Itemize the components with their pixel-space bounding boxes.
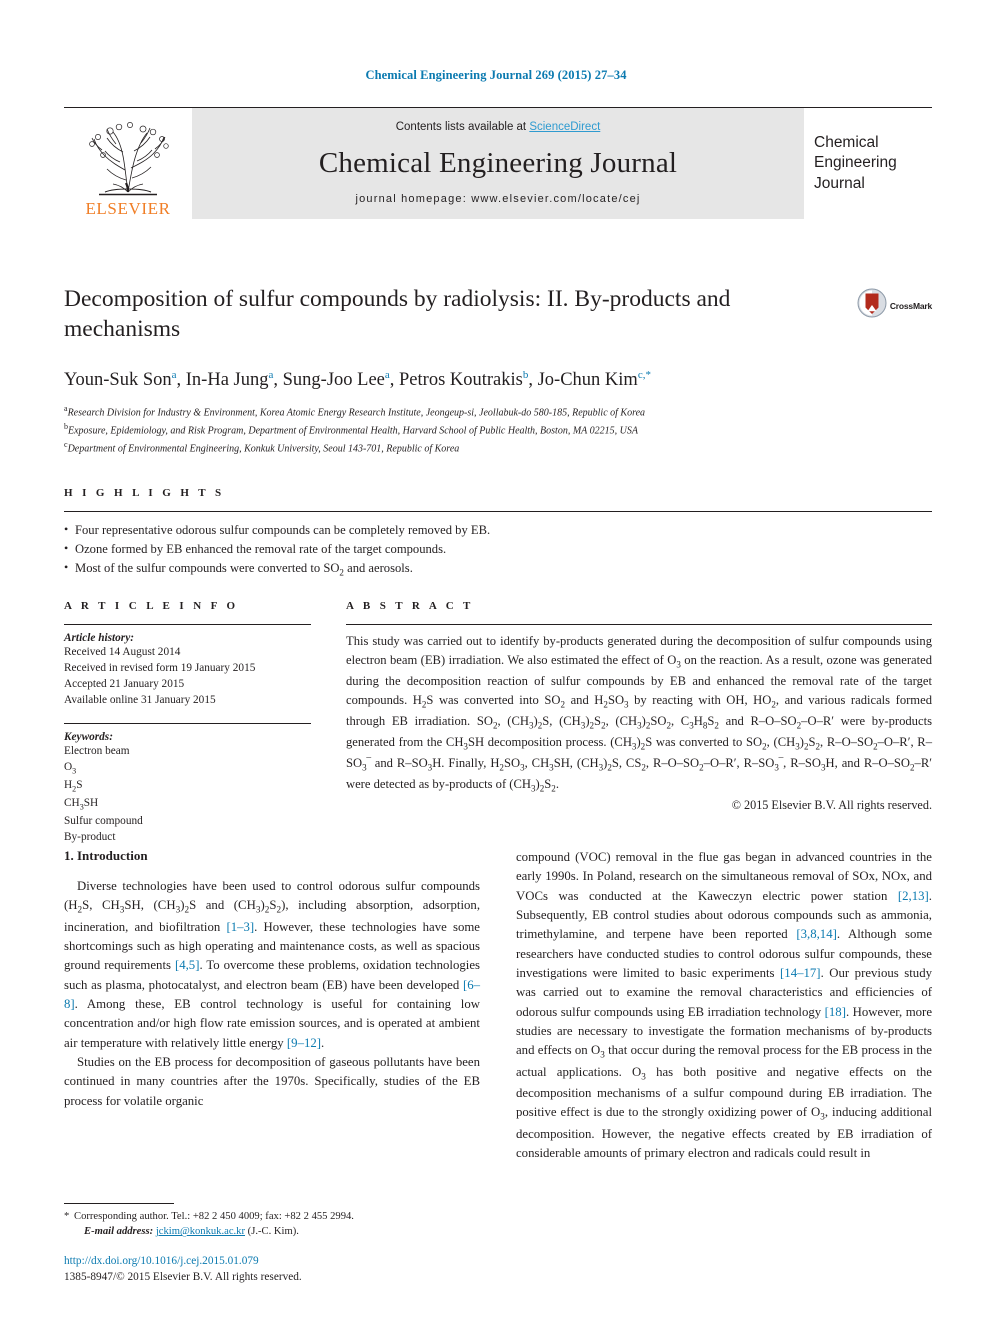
author-name: Petros Koutrakisb [399, 369, 529, 391]
keyword-item: CH3SH [64, 796, 99, 811]
sciencedirect-link[interactable]: ScienceDirect [529, 121, 600, 133]
author-list: Youn-Suk Sona, In-Ha Junga, Sung-Joo Lee… [64, 369, 651, 391]
paragraph: Studies on the EB process for decomposit… [64, 1054, 480, 1108]
info-abstract-section: A R T I C L E I N F O Article history: R… [64, 600, 932, 845]
journal-homepage[interactable]: journal homepage: www.elsevier.com/locat… [355, 193, 640, 205]
author-affiliation-mark: b [522, 369, 529, 382]
highlights-list: Four representative odorous sulfur compo… [64, 520, 932, 581]
highlight-item: Most of the sulfur compounds were conver… [64, 558, 932, 580]
article-history-label: Article history: [64, 632, 134, 644]
article-history-item: Received 14 August 2014 [64, 646, 181, 658]
page-title: Decomposition of sulfur compounds by rad… [64, 286, 731, 343]
article-info-heading: A R T I C L E I N F O [64, 600, 239, 612]
elsevier-tree-icon [85, 122, 171, 198]
author-name: Youn-Suk Sona [64, 369, 177, 391]
elsevier-logo: ELSEVIER [64, 108, 192, 219]
affiliation-mark: b [64, 421, 68, 431]
abstract-text: This study was carried out to identify b… [346, 634, 933, 794]
corresponding-author-footnote: * Corresponding author. Tel.: +82 2 450 … [64, 1203, 480, 1240]
elsevier-wordmark: ELSEVIER [85, 199, 171, 218]
article-history-item: Available online 31 January 2015 [64, 694, 216, 707]
cover-title-line-1: Chemical [814, 133, 879, 151]
author-affiliation-mark: c,* [637, 369, 651, 382]
journal-cover-thumbnail: Chemical Engineering Journal [804, 108, 932, 219]
article-history-list: Received 14 August 2014 Received in revis… [64, 644, 311, 708]
highlights-rule [64, 511, 932, 512]
contents-prefix: Contents lists available at [395, 121, 530, 133]
keyword-item: H2S [64, 778, 83, 794]
footnote-email-line: E-mail address: jckim@konkuk.ac.kr (J.-C… [64, 1224, 480, 1239]
cover-title-line-3: Journal [814, 174, 865, 192]
footnote-rule [64, 1203, 174, 1204]
author-affiliation-mark: a [171, 369, 177, 382]
keywords-rule [64, 723, 311, 725]
abstract-copyright: © 2015 Elsevier B.V. All rights reserved… [731, 797, 932, 812]
author-affiliation-mark: a [268, 369, 274, 382]
journal-title: Chemical Engineering Journal [318, 147, 678, 179]
footnote-corresponding-text: Corresponding author. Tel.: +82 2 450 40… [74, 1211, 354, 1222]
abstract-heading: A B S T R A C T [346, 600, 474, 612]
author-name: In-Ha Junga [185, 369, 274, 391]
abstract-rule [346, 624, 932, 625]
author-affiliation-mark: a [384, 369, 390, 382]
cover-title-line-2: Engineering [814, 154, 897, 172]
keywords-list: Electron beam O3 H2S CH3SH Sulfur compound By… [64, 743, 311, 844]
section-title-introduction: 1. Introduction [64, 848, 148, 863]
body-column-left: 1. Introduction Diverse technologies hav… [64, 848, 480, 1163]
article-info-column: A R T I C L E I N F O Article history: R… [64, 600, 311, 845]
highlight-item: Four representative odorous sulfur compo… [64, 520, 932, 540]
keyword-item: Electron beam [64, 745, 130, 758]
imprint-block: http://dx.doi.org/10.1016/j.cej.2015.01.… [64, 1253, 494, 1286]
article-header: Decomposition of sulfur compounds by rad… [64, 284, 932, 457]
paragraph: compound (VOC) removal in the flue gas b… [516, 850, 933, 1161]
affiliation-item: cDepartment of Environmental Engineering… [64, 439, 460, 454]
masthead-center: Contents lists available at ScienceDirec… [192, 108, 804, 219]
highlights-heading: H I G H L I G H T S [64, 487, 225, 499]
article-info-rule [64, 624, 311, 625]
affiliation-item: aResearch Division for Industry & Enviro… [64, 403, 646, 418]
keyword-item: Sulfur compound [64, 814, 143, 827]
affiliation-mark: c [64, 439, 68, 449]
body-column-right: compound (VOC) removal in the flue gas b… [516, 848, 932, 1163]
paragraph: Diverse technologies have been used to c… [64, 879, 481, 1050]
article-history-item: Accepted 21 January 2015 [64, 678, 185, 691]
author-name: Jo-Chun Kimc,* [537, 369, 651, 391]
keyword-item: O3 [64, 761, 77, 776]
keyword-item: By-product [64, 830, 116, 843]
doi-link[interactable]: http://dx.doi.org/10.1016/j.cej.2015.01.… [64, 1253, 494, 1269]
affiliation-item: bExposure, Epidemiology, and Risk Progra… [64, 421, 638, 436]
crossmark-badge[interactable]: CrossMark [857, 288, 932, 323]
crossmark-logo-icon [857, 288, 887, 323]
intro-paragraphs-right: compound (VOC) removal in the flue gas b… [516, 848, 932, 1163]
highlight-item: Ozone formed by EB enhanced the removal … [64, 539, 932, 559]
author-name: Sung-Joo Leea [282, 369, 390, 391]
affiliation-mark: a [64, 403, 68, 413]
footnote-email-label: E-mail address: [84, 1226, 154, 1238]
abstract-column: A B S T R A C T This study was carried o… [311, 600, 932, 845]
affiliation-list: aResearch Division for Industry & Enviro… [64, 403, 932, 457]
running-head: Chemical Engineering Journal 269 (2015) … [365, 68, 627, 82]
journal-article-page: Chemical Engineering Journal 269 (2015) … [0, 0, 992, 1323]
crossmark-label: CrossMark [889, 300, 932, 311]
highlights-section: H I G H L I G H T S Four representative … [64, 487, 932, 581]
footnote-star-icon: * [64, 1211, 70, 1222]
contents-list-line: Contents lists available at ScienceDirec… [396, 121, 601, 133]
keywords-label: Keywords: [64, 731, 113, 744]
footnote-corresponding-line: * Corresponding author. Tel.: +82 2 450 … [64, 1209, 480, 1224]
footnote-email-suffix: (J.-C. Kim). [247, 1226, 299, 1238]
issn-copyright: 1385-8947/© 2015 Elsevier B.V. All right… [64, 1271, 302, 1284]
email-link[interactable]: jckim@konkuk.ac.kr [156, 1226, 245, 1237]
journal-masthead: ELSEVIER Contents lists available at Sci… [64, 107, 932, 219]
intro-paragraphs-left: Diverse technologies have been used to c… [64, 877, 480, 1111]
cover-title: Chemical Engineering Journal [814, 133, 897, 194]
article-history-item: Received in revised form 19 January 2015 [64, 662, 256, 675]
body-columns: 1. Introduction Diverse technologies hav… [64, 848, 932, 1163]
